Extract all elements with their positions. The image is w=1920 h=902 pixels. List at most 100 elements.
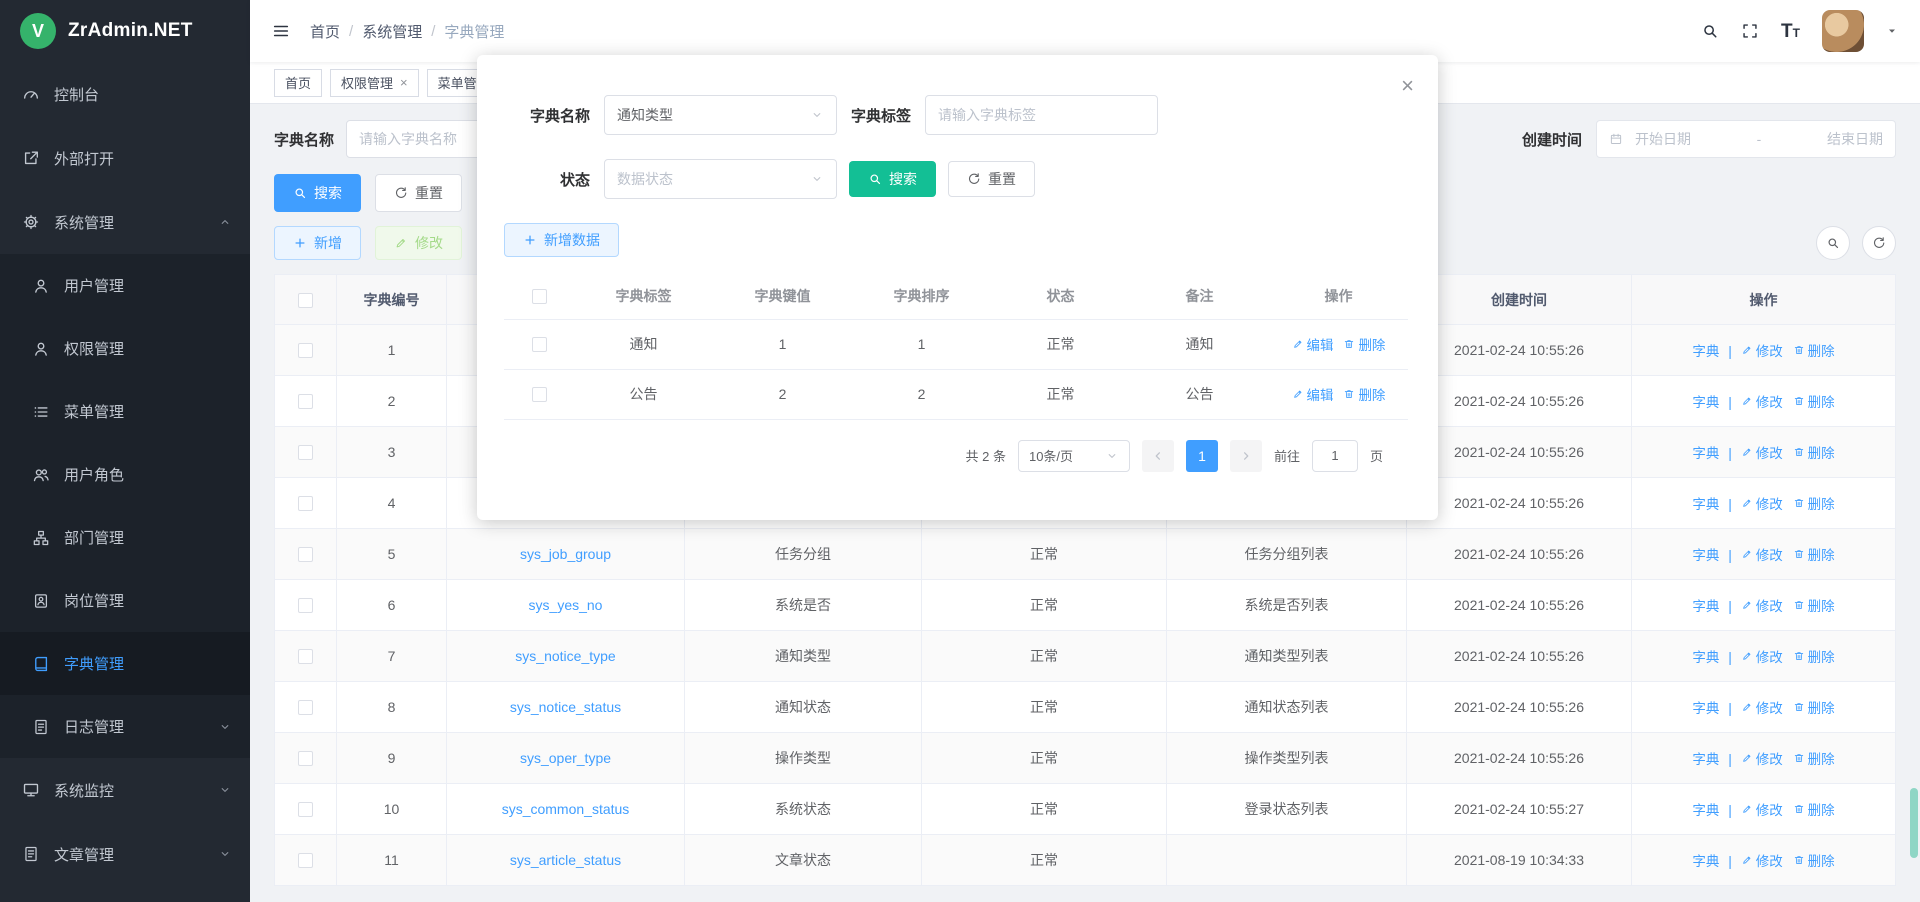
delete-row-link[interactable]: 删除 <box>1343 384 1385 404</box>
delete-row-link[interactable]: 删除 <box>1793 442 1835 462</box>
sidebar-item-system-management[interactable]: 系统管理 <box>0 190 250 254</box>
dict-type-link[interactable]: sys_article_status <box>510 852 621 868</box>
dict-type-link[interactable]: sys_yes_no <box>529 597 603 613</box>
edit-row-link[interactable]: 修改 <box>1741 493 1783 513</box>
delete-row-link[interactable]: 删除 <box>1793 493 1835 513</box>
dialog-search-button[interactable]: 搜索 <box>849 161 936 197</box>
refresh-table-button[interactable] <box>1862 226 1896 260</box>
edit-row-link[interactable]: 修改 <box>1741 340 1783 360</box>
next-page-button[interactable] <box>1230 440 1262 472</box>
select-all-checkbox[interactable] <box>298 293 313 308</box>
sidebar-toggle-button[interactable] <box>272 22 290 40</box>
edit-row-link[interactable]: 修改 <box>1741 748 1783 768</box>
row-checkbox[interactable] <box>532 337 547 352</box>
edit-row-link[interactable]: 修改 <box>1741 544 1783 564</box>
caret-down-icon[interactable] <box>1886 25 1898 37</box>
edit-row-link[interactable]: 编辑 <box>1292 334 1334 354</box>
add-button[interactable]: 新增 <box>274 226 361 260</box>
dict-data-link[interactable]: 字典 <box>1692 442 1719 462</box>
dict-data-link[interactable]: 字典 <box>1692 391 1719 411</box>
sidebar-item-dict-management[interactable]: 字典管理 <box>0 632 250 695</box>
sidebar-item-user-management[interactable]: 用户管理 <box>0 254 250 317</box>
dict-data-link[interactable]: 字典 <box>1692 544 1719 564</box>
sidebar-item-external-open[interactable]: 外部打开 <box>0 126 250 190</box>
row-checkbox[interactable] <box>298 700 313 715</box>
current-page-button[interactable]: 1 <box>1186 440 1218 472</box>
edit-row-link[interactable]: 修改 <box>1741 850 1783 870</box>
select-all-checkbox[interactable] <box>532 289 547 304</box>
delete-row-link[interactable]: 删除 <box>1793 544 1835 564</box>
edit-row-link[interactable]: 修改 <box>1741 697 1783 717</box>
delete-row-link[interactable]: 删除 <box>1793 391 1835 411</box>
search-icon[interactable] <box>1701 22 1719 40</box>
sidebar-item-system-monitor[interactable]: 系统监控 <box>0 758 250 822</box>
delete-row-link[interactable]: 删除 <box>1793 646 1835 666</box>
row-checkbox[interactable] <box>298 343 313 358</box>
close-icon[interactable]: × <box>1401 75 1414 97</box>
row-checkbox[interactable] <box>298 394 313 409</box>
row-checkbox[interactable] <box>298 649 313 664</box>
dict-data-link[interactable]: 字典 <box>1692 340 1719 360</box>
delete-row-link[interactable]: 删除 <box>1793 340 1835 360</box>
row-checkbox[interactable] <box>298 547 313 562</box>
edit-row-link[interactable]: 修改 <box>1741 595 1783 615</box>
breadcrumb-system[interactable]: 系统管理 <box>362 21 422 42</box>
edit-button[interactable]: 修改 <box>375 226 462 260</box>
fullscreen-icon[interactable] <box>1741 22 1759 40</box>
dict-type-link[interactable]: sys_notice_status <box>510 699 621 715</box>
row-checkbox[interactable] <box>298 853 313 868</box>
dict-data-link[interactable]: 字典 <box>1692 493 1719 513</box>
delete-row-link[interactable]: 删除 <box>1793 595 1835 615</box>
show-search-button[interactable] <box>1816 226 1850 260</box>
row-checkbox[interactable] <box>298 598 313 613</box>
dict-type-link[interactable]: sys_notice_type <box>515 648 615 664</box>
sidebar-item-permission-management[interactable]: 权限管理 <box>0 317 250 380</box>
edit-row-link[interactable]: 编辑 <box>1292 384 1334 404</box>
dict-data-link[interactable]: 字典 <box>1692 850 1719 870</box>
add-dict-data-button[interactable]: 新增数据 <box>504 223 619 257</box>
sidebar-item-dashboard[interactable]: 控制台 <box>0 62 250 126</box>
dict-data-link[interactable]: 字典 <box>1692 646 1719 666</box>
page-scrollbar-thumb[interactable] <box>1910 788 1918 858</box>
search-button[interactable]: 搜索 <box>274 174 361 212</box>
font-size-icon[interactable]: TT <box>1781 22 1800 41</box>
edit-row-link[interactable]: 修改 <box>1741 646 1783 666</box>
dict-data-link[interactable]: 字典 <box>1692 595 1719 615</box>
dialog-reset-button[interactable]: 重置 <box>948 161 1035 197</box>
dict-name-select[interactable]: 通知类型 <box>604 95 837 135</box>
sidebar-item-user-role[interactable]: 用户角色 <box>0 443 250 506</box>
dict-type-link[interactable]: sys_common_status <box>502 801 630 817</box>
prev-page-button[interactable] <box>1142 440 1174 472</box>
delete-row-link[interactable]: 删除 <box>1793 799 1835 819</box>
edit-row-link[interactable]: 修改 <box>1741 799 1783 819</box>
row-checkbox[interactable] <box>298 802 313 817</box>
edit-row-link[interactable]: 修改 <box>1741 391 1783 411</box>
tab-permission-management[interactable]: 权限管理 × <box>330 69 419 97</box>
date-range-picker[interactable]: 开始日期 - 结束日期 <box>1596 120 1896 158</box>
delete-row-link[interactable]: 删除 <box>1343 334 1385 354</box>
row-checkbox[interactable] <box>298 751 313 766</box>
row-checkbox[interactable] <box>532 387 547 402</box>
close-icon[interactable]: × <box>400 76 408 89</box>
sidebar-item-department-management[interactable]: 部门管理 <box>0 506 250 569</box>
reset-button[interactable]: 重置 <box>375 174 462 212</box>
sidebar-item-article-management[interactable]: 文章管理 <box>0 822 250 886</box>
delete-row-link[interactable]: 删除 <box>1793 748 1835 768</box>
status-select[interactable]: 数据状态 <box>604 159 837 199</box>
dict-type-link[interactable]: sys_job_group <box>520 546 611 562</box>
dict-tag-input[interactable] <box>925 95 1158 135</box>
sidebar-item-menu-management[interactable]: 菜单管理 <box>0 380 250 443</box>
sidebar-item-post-management[interactable]: 岗位管理 <box>0 569 250 632</box>
breadcrumb-home[interactable]: 首页 <box>310 21 340 42</box>
dict-data-link[interactable]: 字典 <box>1692 799 1719 819</box>
dict-type-link[interactable]: sys_oper_type <box>520 750 611 766</box>
tab-home[interactable]: 首页 <box>274 69 322 97</box>
delete-row-link[interactable]: 删除 <box>1793 697 1835 717</box>
row-checkbox[interactable] <box>298 445 313 460</box>
sidebar-item-log-management[interactable]: 日志管理 <box>0 695 250 758</box>
delete-row-link[interactable]: 删除 <box>1793 850 1835 870</box>
dict-data-link[interactable]: 字典 <box>1692 748 1719 768</box>
user-avatar[interactable] <box>1822 10 1864 52</box>
row-checkbox[interactable] <box>298 496 313 511</box>
dict-data-link[interactable]: 字典 <box>1692 697 1719 717</box>
